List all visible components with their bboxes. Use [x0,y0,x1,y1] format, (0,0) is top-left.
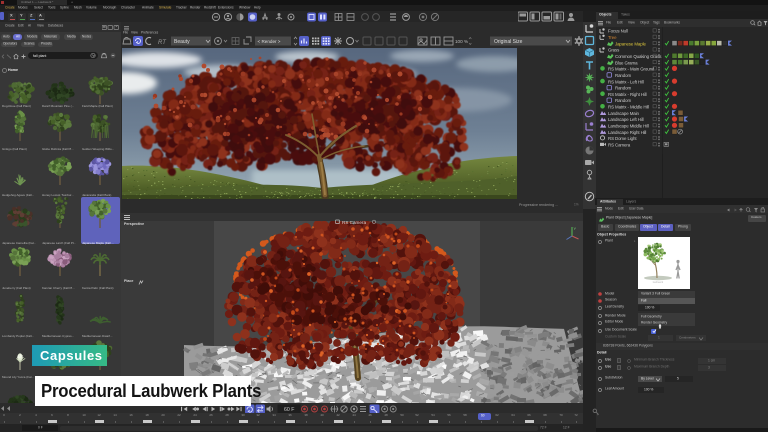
svg-text:100 %: 100 % [455,39,468,44]
svg-text:Original Size: Original Size [494,39,523,45]
svg-text:RT: RT [158,40,167,46]
svg-text:Beauty: Beauty [174,39,190,45]
svg-text:< Render >: < Render > [258,39,281,44]
